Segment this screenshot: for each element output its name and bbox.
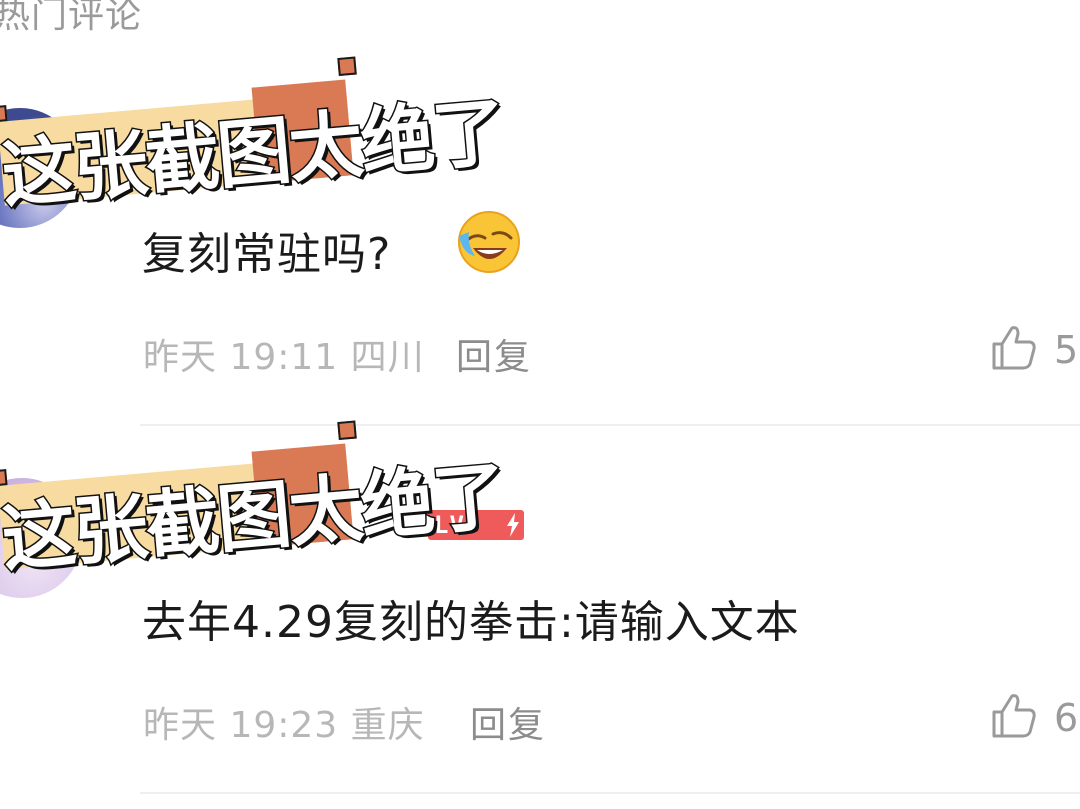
like-count: 5 (1054, 328, 1079, 372)
caption-banner: 这张截图太绝了 (0, 56, 510, 226)
comment-text: 复刻常驻吗? (142, 229, 392, 280)
divider (140, 792, 1080, 794)
caption-banner: 这张截图太绝了 (0, 420, 510, 590)
section-title: 热门评论 (0, 0, 143, 36)
comment-text: 去年4.29复刻的拳击:请输入文本 (142, 597, 800, 648)
banner-square (337, 56, 357, 77)
like-count: 6 (1054, 696, 1079, 740)
laughing-tears-emoji (458, 211, 520, 273)
comment-meta: 昨天 19:23 重庆 (143, 696, 425, 748)
comment-meta: 昨天 19:11 四川 (143, 328, 425, 380)
reply-button[interactable]: 回复 (470, 696, 546, 748)
divider (140, 424, 1080, 426)
comment-date: 昨天 19:11 (143, 337, 339, 378)
comment-location: 四川 (350, 337, 425, 378)
comment-location: 重庆 (350, 705, 425, 746)
thumbs-up-icon[interactable] (988, 690, 1038, 740)
banner-text: 这张截图太绝了 (0, 87, 510, 220)
lightning-icon (507, 513, 519, 537)
thumbs-up-icon[interactable] (988, 322, 1038, 372)
banner-text: 这张截图太绝了 (0, 451, 510, 584)
comment-screen: 热门评论 复刻常驻吗? 昨天 19:11 四川 回复 5 LV6 去年4.29复… (0, 0, 1080, 809)
reply-button[interactable]: 回复 (456, 328, 532, 380)
comment-date: 昨天 19:23 (143, 705, 339, 746)
banner-square (337, 420, 357, 441)
